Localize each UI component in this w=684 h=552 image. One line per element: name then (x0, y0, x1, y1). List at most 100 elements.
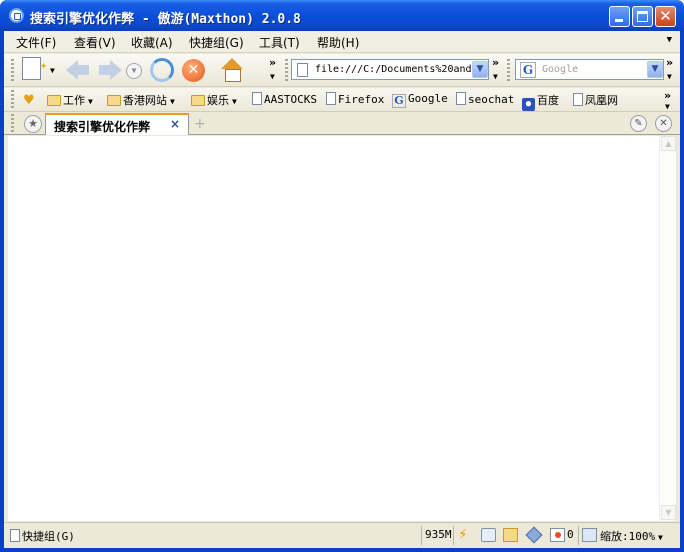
address-overflow-button[interactable]: » (492, 56, 499, 69)
popup-blocker-icon[interactable] (550, 528, 565, 542)
menu-view[interactable]: 查看(V) (74, 34, 116, 51)
status-divider (453, 526, 454, 545)
status-divider (578, 526, 579, 545)
link-label: Google (408, 92, 448, 105)
new-page-button[interactable]: ✦ (22, 57, 47, 80)
status-groups[interactable]: 快捷组(G) (10, 528, 75, 544)
scroll-down-icon[interactable]: ▼ (661, 505, 676, 520)
address-bar[interactable]: file:///C:/Documents%20and ▼ (291, 59, 489, 80)
new-tab-icon[interactable]: + (194, 116, 206, 132)
home-button[interactable] (220, 58, 244, 82)
refresh-button[interactable] (150, 58, 174, 82)
zoom-dropdown-icon[interactable]: ▼ (658, 533, 663, 542)
page-icon (573, 93, 583, 106)
link-label: 香港网站 (123, 94, 167, 107)
chevron-down-icon: ▼ (88, 97, 93, 106)
address-dropdown-button[interactable]: ▼ (472, 61, 488, 78)
links-overflow-caret-icon[interactable]: ▼ (665, 102, 670, 111)
link-label: AASTOCKS (264, 93, 317, 106)
search-dropdown-button[interactable]: ▼ (647, 61, 663, 78)
vertical-scrollbar[interactable]: ▲ ▼ (659, 136, 676, 521)
links-grip[interactable] (11, 90, 14, 109)
folder-icon (191, 95, 205, 106)
menu-groups[interactable]: 快捷组(G) (189, 34, 244, 51)
title-bar[interactable]: 搜索引擎优化作弊 - 傲游(Maxthon) 2.0.8 ✕ (0, 0, 684, 31)
star-icon[interactable]: ★ (24, 115, 42, 133)
search-overflow-caret-icon[interactable]: ▼ (667, 72, 672, 81)
link-google[interactable]: G Google (392, 92, 448, 108)
chevron-down-icon: ▼ (170, 97, 175, 106)
zoom-level[interactable]: 缩放:100% (600, 528, 655, 544)
search-input[interactable]: Google (542, 64, 578, 75)
window-title: 搜索引擎优化作弊 - 傲游(Maxthon) 2.0.8 (30, 12, 301, 27)
link-label: 凤凰网 (585, 94, 618, 107)
menu-favorites[interactable]: 收藏(A) (131, 34, 173, 51)
scroll-up-icon[interactable]: ▲ (661, 136, 676, 151)
stop-button[interactable]: ✕ (182, 59, 205, 82)
history-dropdown-button[interactable]: ▼ (126, 63, 142, 79)
link-label: 娱乐 (207, 94, 229, 107)
status-divider (421, 526, 422, 545)
tab-bar: ★ 搜索引擎优化作弊 × + ✎ ✕ (4, 113, 680, 135)
page-content[interactable] (8, 136, 659, 521)
new-page-dropdown-icon[interactable]: ▼ (50, 66, 55, 75)
menu-file[interactable]: 文件(F) (16, 34, 56, 51)
address-overflow-caret-icon[interactable]: ▼ (493, 72, 498, 81)
new-star-icon: ✦ (40, 58, 48, 72)
folder-icon (107, 95, 121, 106)
menu-help[interactable]: 帮助(H) (317, 34, 359, 51)
forward-button[interactable] (98, 59, 122, 81)
link-baidu[interactable]: ● 百度 (522, 92, 559, 111)
lightning-icon[interactable]: ⚡ (458, 528, 473, 542)
link-folder-hk-sites[interactable]: 香港网站 ▼ (107, 92, 175, 108)
close-all-tabs-icon[interactable]: ✕ (655, 115, 672, 132)
search-overflow-button[interactable]: » (666, 56, 673, 69)
popup-count: 0 (567, 528, 574, 541)
heart-icon: ♥ (23, 93, 35, 108)
link-ifeng[interactable]: 凤凰网 (573, 92, 618, 108)
menu-tools[interactable]: 工具(T) (259, 34, 300, 51)
page-icon (297, 63, 308, 77)
client-area: 文件(F) 查看(V) 收藏(A) 快捷组(G) 工具(T) 帮助(H) ▼ ✦… (4, 31, 680, 548)
page-icon (252, 92, 262, 105)
toolbar-overflow-button[interactable]: » (269, 56, 276, 69)
link-aastocks[interactable]: AASTOCKS (252, 92, 317, 106)
tab-active[interactable]: 搜索引擎优化作弊 × (45, 113, 189, 135)
address-input[interactable]: file:///C:/Documents%20and (315, 64, 472, 75)
menu-overflow-icon[interactable]: ▼ (667, 35, 672, 45)
zoom-icon[interactable] (582, 528, 597, 542)
main-toolbar: ✦ ▼ ▼ ✕ » ▼ file:///C:/Documents%20and ▼… (4, 54, 680, 87)
toolbar-grip[interactable] (11, 59, 14, 81)
close-button[interactable]: ✕ (655, 6, 676, 27)
link-folder-entertainment[interactable]: 娱乐 ▼ (191, 92, 237, 108)
maximize-icon (637, 11, 648, 22)
maximize-button[interactable] (632, 6, 653, 27)
favorites-heart-button[interactable]: ♥ (23, 92, 37, 107)
memory-usage[interactable]: 935M (425, 528, 452, 541)
address-grip[interactable] (285, 59, 288, 81)
google-icon[interactable]: G (520, 62, 536, 78)
print-icon[interactable] (481, 528, 496, 542)
folder-icon[interactable] (503, 528, 518, 542)
toolbar-overflow-caret-icon[interactable]: ▼ (270, 72, 275, 81)
wrench-icon[interactable]: ✎ (630, 115, 647, 132)
link-seochat[interactable]: seochat (456, 92, 514, 106)
tab-close-icon[interactable]: × (170, 117, 180, 131)
status-groups-label: 快捷组(G) (22, 530, 75, 543)
link-label: seochat (468, 93, 515, 106)
search-bar[interactable]: G Google ▼ (515, 59, 664, 80)
minimize-icon (615, 19, 623, 22)
link-firefox[interactable]: Firefox (326, 92, 384, 106)
minimize-button[interactable] (609, 6, 630, 27)
link-folder-work[interactable]: 工作 ▼ (47, 92, 93, 108)
proxy-icon[interactable] (525, 526, 543, 544)
google-icon: G (392, 94, 406, 108)
close-icon: ✕ (659, 7, 672, 25)
search-grip[interactable] (507, 59, 510, 81)
baidu-paw-icon: ● (522, 98, 535, 111)
links-overflow-button[interactable]: » (664, 89, 671, 102)
maxthon-app-icon[interactable] (9, 8, 24, 23)
back-button[interactable] (66, 59, 90, 81)
browser-window: 搜索引擎优化作弊 - 傲游(Maxthon) 2.0.8 ✕ 文件(F) 查看(… (0, 0, 684, 552)
tab-grip[interactable] (11, 114, 14, 133)
